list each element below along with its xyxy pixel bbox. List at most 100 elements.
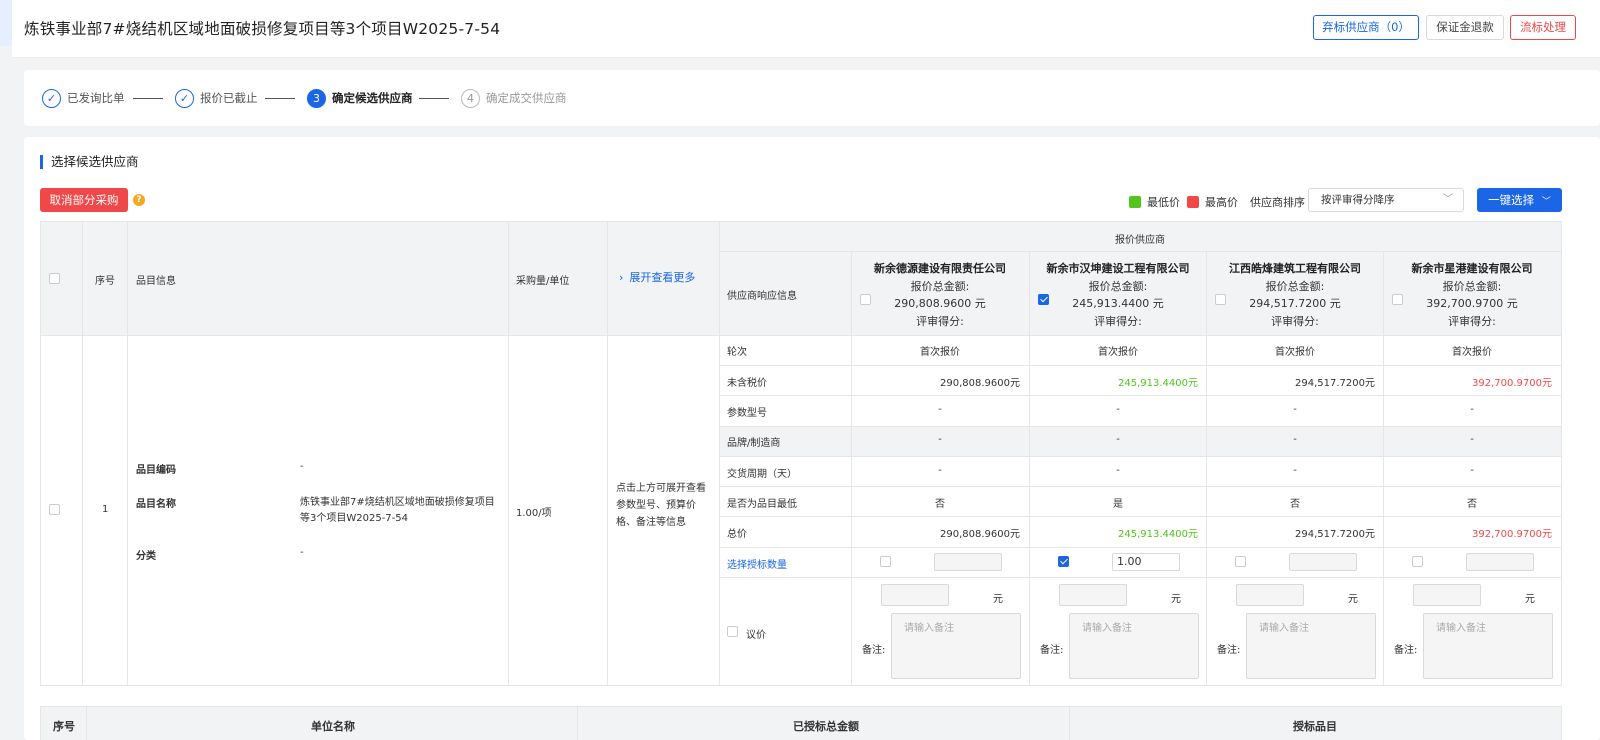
divider bbox=[719, 486, 1561, 487]
chevron-right-icon: › bbox=[619, 271, 624, 284]
select-award-qty-link[interactable]: 选择授标数量 bbox=[727, 556, 787, 571]
deposit-refund-button[interactable]: 保证金退款 bbox=[1426, 15, 1504, 40]
row-label-brand: 品牌/制造商 bbox=[727, 438, 781, 449]
round-value: 首次报价 bbox=[1098, 347, 1138, 358]
chevron-down-icon: ﹀ bbox=[1541, 197, 1551, 207]
supplier-total-label: 报价总金额: bbox=[1265, 280, 1325, 293]
select-all-checkbox[interactable] bbox=[49, 273, 60, 284]
award-qty-checkbox[interactable] bbox=[1058, 556, 1069, 567]
param-value: - bbox=[1116, 404, 1120, 415]
step-connector bbox=[133, 98, 163, 99]
round-value: 首次报价 bbox=[1452, 347, 1492, 358]
total-price: 290,808.9600元 bbox=[940, 529, 1020, 540]
row-label-round: 轮次 bbox=[727, 347, 747, 358]
chevron-down-icon: ﹀ bbox=[1443, 194, 1453, 205]
award-qty-input[interactable] bbox=[934, 553, 1002, 571]
step-label: 确定成交供应商 bbox=[486, 91, 567, 105]
yuan-unit: 元 bbox=[1171, 594, 1181, 605]
step-connector bbox=[265, 98, 295, 99]
divider bbox=[719, 251, 1561, 252]
yuan-unit: 元 bbox=[993, 594, 1003, 605]
item-name-value: 炼铁事业部7#烧结机区域地面破损修复项目等3个项目W2025-7-54 bbox=[300, 497, 495, 524]
award-qty-checkbox[interactable] bbox=[1412, 556, 1423, 567]
cancel-partial-purchase-button[interactable]: 取消部分采购 bbox=[40, 188, 128, 212]
award-qty-input[interactable] bbox=[1466, 553, 1534, 571]
step-label: 确定候选供应商 bbox=[332, 91, 413, 105]
remark-textarea[interactable]: 请输入备注 bbox=[1246, 613, 1376, 679]
row-label-param: 参数型号 bbox=[727, 408, 767, 419]
award-qty-checkbox[interactable] bbox=[1235, 556, 1246, 567]
steps-card bbox=[24, 70, 1600, 126]
negotiate-price-input[interactable] bbox=[1413, 584, 1481, 606]
legend-lowest: 最低价 bbox=[1129, 194, 1180, 210]
supplier-name: 新余德源建设有限责任公司 bbox=[874, 262, 1006, 275]
one-click-select-button[interactable]: 一键选择 ﹀ bbox=[1477, 188, 1562, 212]
yuan-unit: 元 bbox=[1525, 594, 1535, 605]
page-title: 炼铁事业部7#烧结机区域地面破损修复项目等3个项目W2025-7-54 bbox=[24, 20, 501, 38]
supplier-name: 新余市星港建设有限公司 bbox=[1411, 262, 1533, 275]
supplier-score-label: 评审得分: bbox=[1448, 315, 1496, 328]
is-lowest-value: 否 bbox=[935, 499, 945, 510]
remark-textarea[interactable]: 请输入备注 bbox=[891, 613, 1021, 679]
expand-hint: 点击上方可展开查看参数型号、预算价格、备注等信息 bbox=[616, 483, 706, 528]
bottom-header-amount: 已授标总金额 bbox=[793, 720, 859, 733]
supplier-total-label: 报价总金额: bbox=[1442, 280, 1502, 293]
supplier-total-amount: 392,700.9700 元 bbox=[1426, 297, 1518, 310]
remark-textarea[interactable]: 请输入备注 bbox=[1069, 613, 1199, 679]
legend-highest: 最高价 bbox=[1187, 194, 1238, 210]
award-qty-checkbox[interactable] bbox=[880, 556, 891, 567]
remark-textarea[interactable]: 请输入备注 bbox=[1423, 613, 1553, 679]
row-checkbox[interactable] bbox=[49, 504, 60, 515]
section-title: 选择候选供应商 bbox=[40, 155, 139, 169]
step-number: 4 bbox=[461, 88, 480, 108]
is-lowest-value: 否 bbox=[1290, 499, 1300, 510]
is-lowest-value: 否 bbox=[1467, 499, 1477, 510]
supplier-name: 江西皓烽建筑工程有限公司 bbox=[1229, 262, 1361, 275]
row-label-delivery: 交货周期（天） bbox=[727, 469, 797, 480]
main-card: 选择候选供应商 取消部分采购 ? 最低价 最高价 供应商排序 按评审得分降序 ﹀… bbox=[24, 137, 1600, 740]
remark-label: 备注: bbox=[1394, 645, 1418, 656]
yuan-unit: 元 bbox=[1348, 594, 1358, 605]
divider bbox=[1069, 707, 1070, 740]
negotiate-price-input[interactable] bbox=[1236, 584, 1304, 606]
delivery-value: - bbox=[1293, 465, 1297, 476]
divider bbox=[719, 222, 720, 685]
step-connector bbox=[419, 98, 449, 99]
row-label-untaxed: 未含税价 bbox=[727, 378, 767, 389]
expand-more-link[interactable]: › 展开查看更多 bbox=[619, 269, 695, 285]
param-value: - bbox=[1293, 404, 1297, 415]
fail-bid-button[interactable]: 流标处理 bbox=[1510, 15, 1576, 40]
supplier-total-amount: 294,517.7200 元 bbox=[1249, 297, 1341, 310]
negotiate-price-input[interactable] bbox=[881, 584, 949, 606]
one-click-label: 一键选择 bbox=[1488, 193, 1535, 207]
abandon-supplier-button[interactable]: 弃标供应商（0） bbox=[1313, 15, 1419, 40]
supplier-total-amount: 290,808.9600 元 bbox=[894, 297, 986, 310]
supplier-sort-select[interactable]: 按评审得分降序 ﹀ bbox=[1308, 188, 1464, 212]
step-4: 4 确定成交供应商 bbox=[461, 88, 567, 108]
supplier-total-amount: 245,913.4400 元 bbox=[1072, 297, 1164, 310]
param-value: - bbox=[1470, 404, 1474, 415]
header-seq: 序号 bbox=[95, 276, 115, 287]
question-icon[interactable]: ? bbox=[133, 194, 145, 206]
award-qty-input[interactable]: 1.00 bbox=[1112, 553, 1180, 571]
supplier-score-label: 评审得分: bbox=[1094, 315, 1142, 328]
supplier-total-label: 报价总金额: bbox=[910, 280, 970, 293]
expand-label: 展开查看更多 bbox=[629, 271, 696, 284]
left-nav-strip bbox=[0, 0, 12, 740]
divider bbox=[508, 222, 509, 685]
untaxed-price: 245,913.4400元 bbox=[1118, 378, 1198, 389]
legend-low-label: 最低价 bbox=[1147, 196, 1180, 209]
sort-label: 供应商排序 bbox=[1250, 196, 1305, 209]
divider bbox=[719, 395, 1561, 396]
item-code-label: 品目编码 bbox=[136, 465, 176, 476]
row-label-is-lowest: 是否为品目最低 bbox=[727, 499, 797, 510]
award-qty-input[interactable] bbox=[1289, 553, 1357, 571]
brand-value: - bbox=[1293, 434, 1297, 445]
negotiate-checkbox[interactable] bbox=[727, 626, 738, 637]
check-icon: ✓ bbox=[42, 88, 61, 108]
negotiate-label: 议价 bbox=[746, 630, 766, 641]
negotiate-price-input[interactable] bbox=[1059, 584, 1127, 606]
divider bbox=[719, 426, 1561, 427]
supplier-score-label: 评审得分: bbox=[916, 315, 964, 328]
step-3: 3 确定候选供应商 bbox=[307, 88, 413, 108]
